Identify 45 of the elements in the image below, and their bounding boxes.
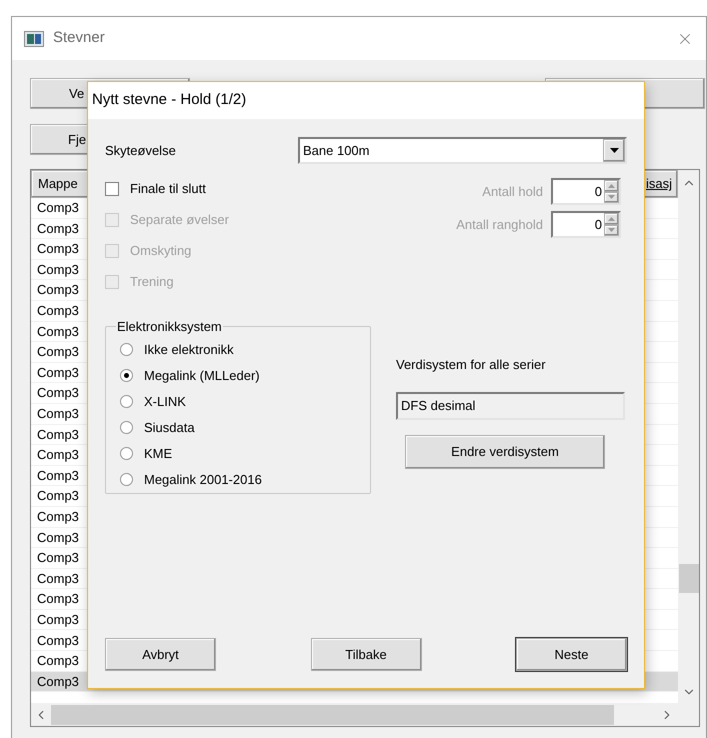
window-title: Stevner [53, 28, 105, 48]
table-cell-text: Comp3 [36, 466, 79, 485]
field-label: Skyteøvelse [105, 142, 177, 160]
table-cell-text: Comp3 [36, 487, 79, 506]
spinner-label: Antall ranghold [456, 216, 543, 234]
table-cell-text: Comp3 [36, 426, 79, 444]
dialog-title: Nytt stevne - Hold (1/2) [92, 90, 246, 110]
checkbox-label: Omskyting [130, 242, 192, 260]
table-cell-text: Comp3 [36, 610, 79, 629]
table-cell-text: Comp3 [36, 672, 79, 691]
table-cell-text: Comp3 [36, 590, 79, 608]
radio-label: Megalink 2001-2016 [144, 470, 262, 489]
checkbox-label: Trening [130, 272, 174, 291]
group-title: Elektronikksystem [116, 318, 223, 336]
table-cell-text: Comp3 [36, 343, 79, 362]
table-cell-text: Comp3 [36, 570, 79, 588]
table-cell-text: Comp3 [36, 404, 79, 423]
readonly-field: DFS desimal [396, 392, 625, 420]
table-cell-text: Comp3 [36, 302, 79, 320]
table-cell-text: Comp3 [36, 199, 79, 218]
checkbox-label: Separate øvelser [130, 210, 229, 229]
table-cell-text: Comp3 [36, 508, 79, 526]
table-cell-text: Comp3 [36, 281, 79, 300]
table-cell-text: Comp3 [36, 549, 79, 568]
checkbox-label: Finale til slutt [130, 180, 206, 198]
field-label: Verdisystem for alle serier [396, 356, 547, 373]
radio-label: Ikke elektronikk [144, 340, 234, 359]
table-cell-text: Comp3 [36, 364, 79, 382]
spin-value: 0 [594, 182, 602, 201]
table-cell-text: Comp3 [36, 384, 79, 402]
table-cell-text: Comp3 [36, 528, 79, 547]
table-cell-text: Comp3 [36, 240, 79, 258]
radio-label: Siusdata [144, 418, 195, 437]
dropdown-value: Bane 100m [302, 142, 370, 160]
table-cell-text: Comp3 [36, 652, 79, 670]
table-cell-text: Comp3 [36, 446, 79, 464]
radio-label: X-LINK [144, 392, 186, 411]
radio-label: KME [144, 444, 172, 463]
spin-value: 0 [594, 216, 602, 234]
table-cell-text: Comp3 [36, 220, 79, 238]
table-cell-text: Comp3 [36, 260, 79, 279]
table-cell-text: Comp3 [36, 322, 79, 341]
radio-label: Megalink (MLLeder) [144, 366, 260, 385]
spinner-label: Antall hold [482, 182, 543, 201]
table-cell-text: Comp3 [36, 632, 79, 650]
